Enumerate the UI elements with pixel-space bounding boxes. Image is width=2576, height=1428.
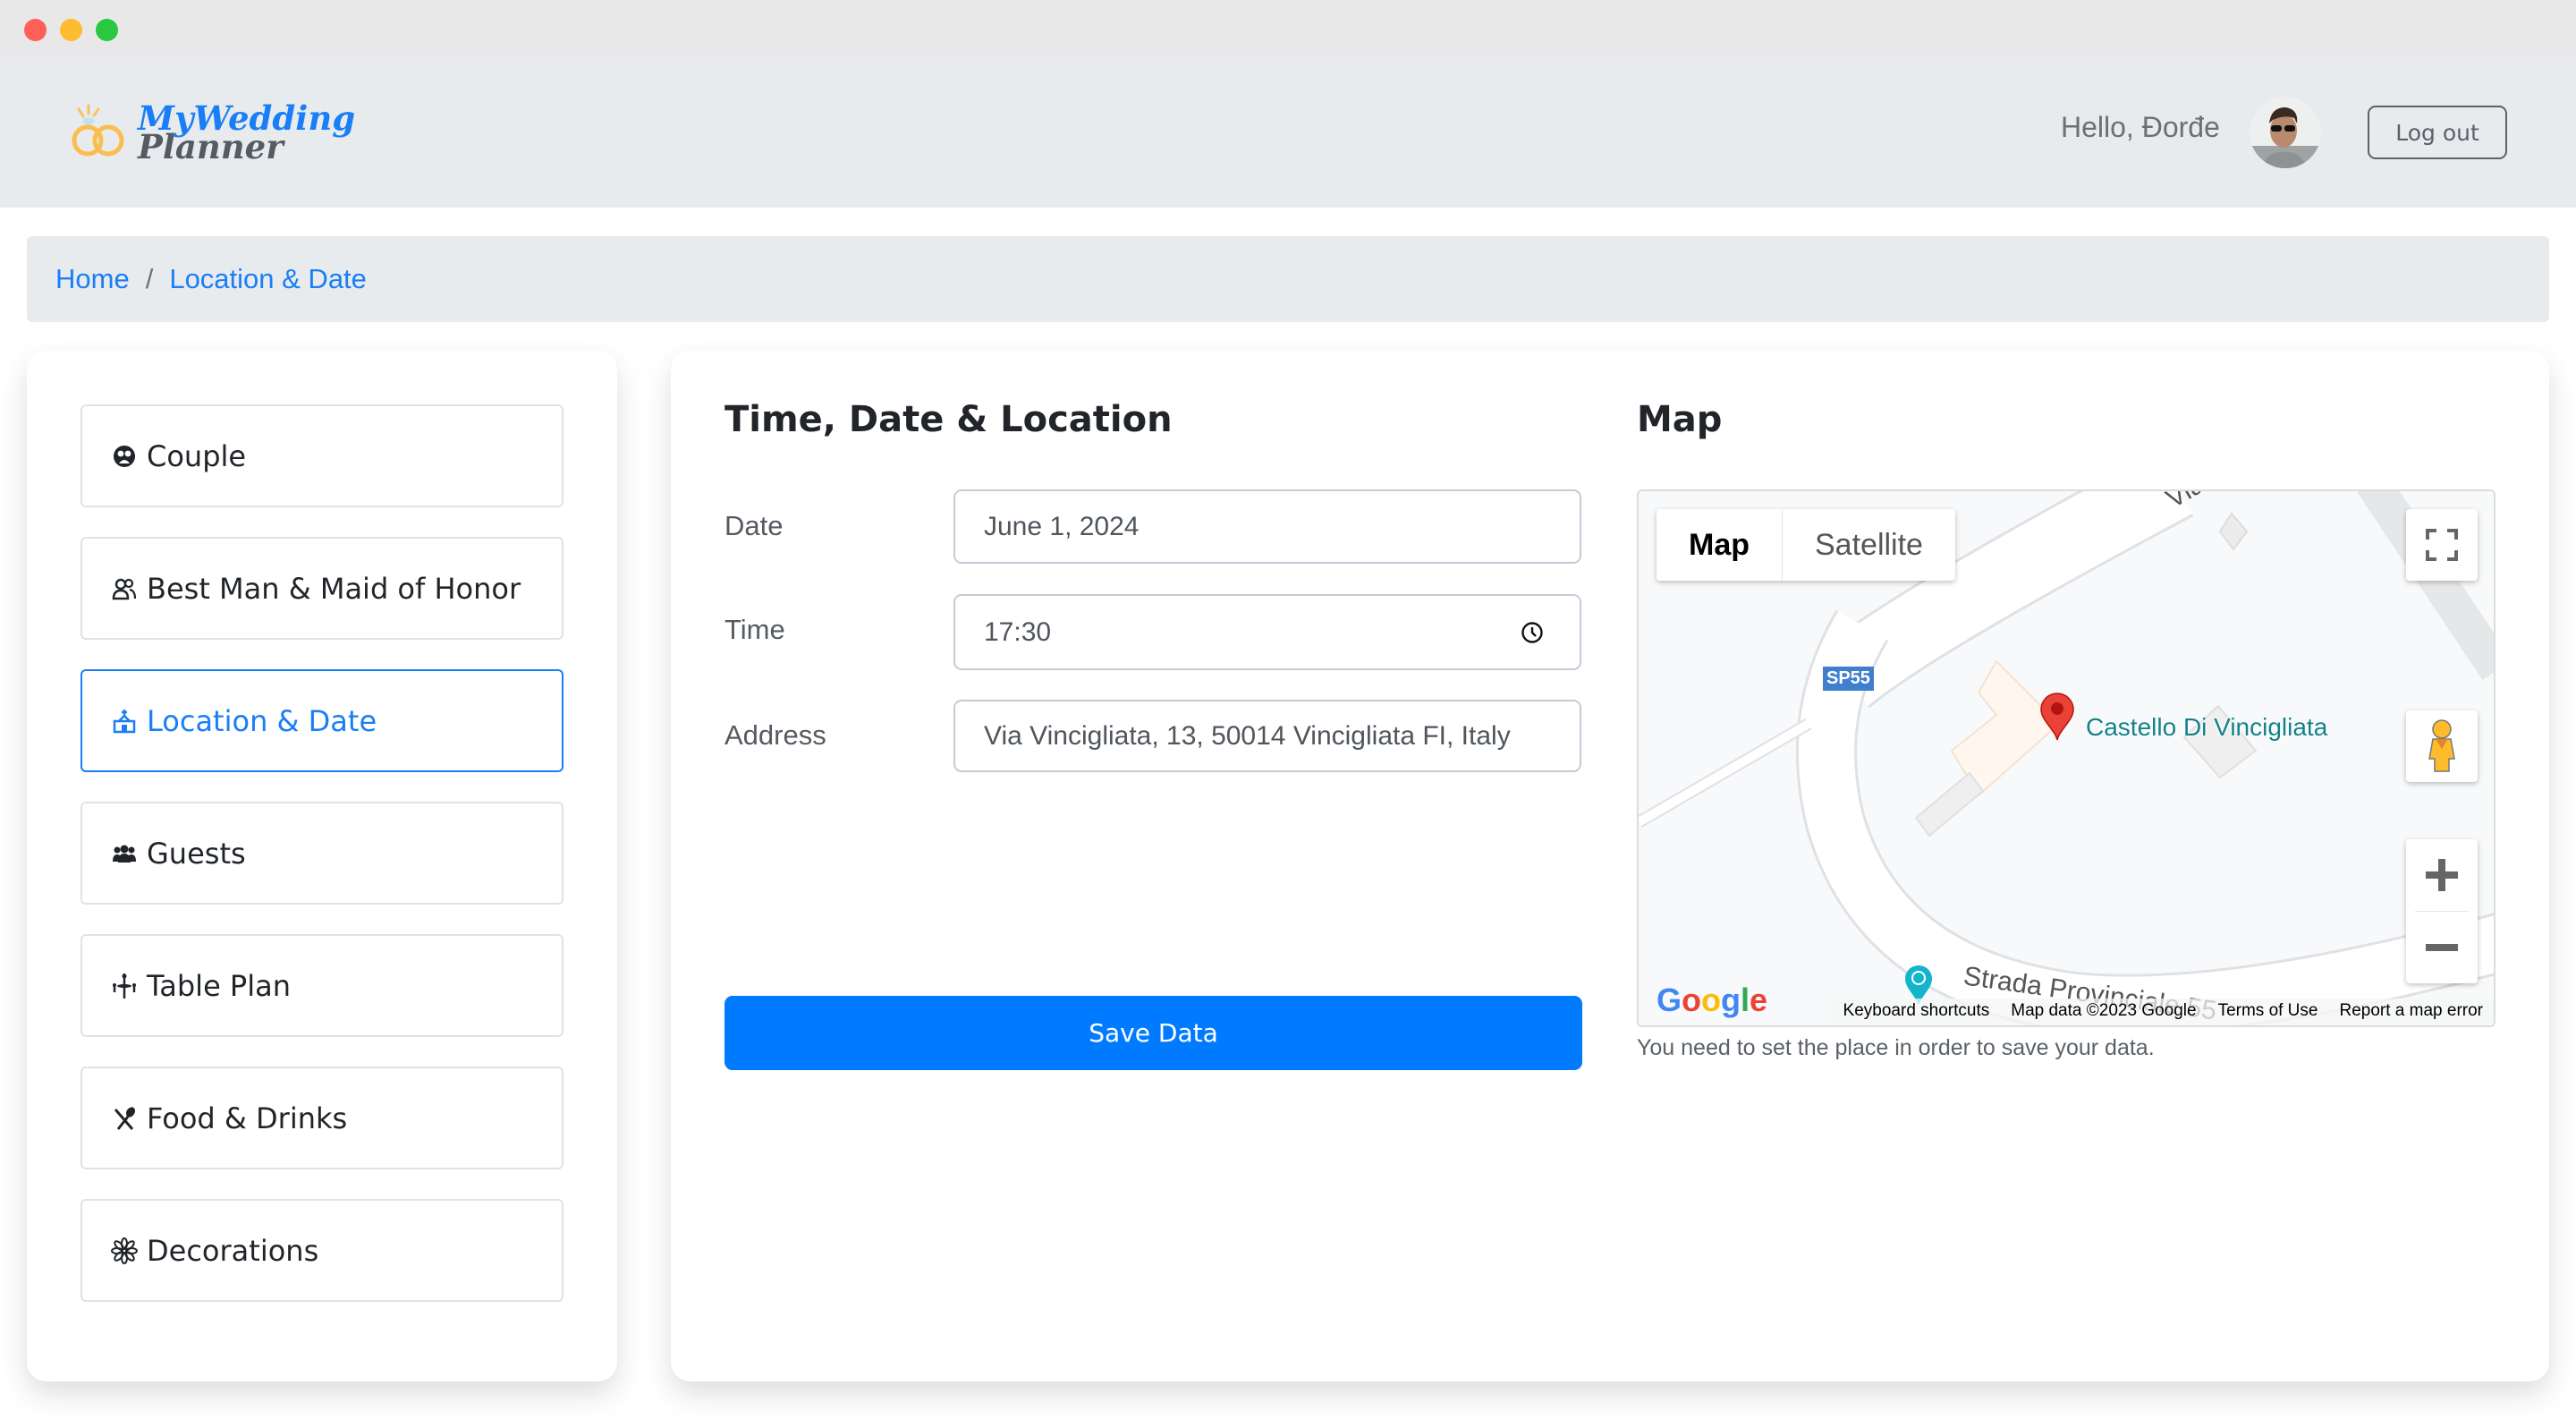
- breadcrumb-home[interactable]: Home: [55, 263, 130, 295]
- place-label[interactable]: Castello Di Vincigliata: [2086, 713, 2327, 742]
- sidebar-item-label: Best Man & Maid of Honor: [147, 571, 521, 606]
- address-value: Via Vincigliata, 13, 50014 Vincigliata F…: [984, 720, 1511, 751]
- sidebar-item-label: Couple: [147, 438, 247, 473]
- flower-icon: [111, 1237, 138, 1264]
- couple-icon: [111, 443, 138, 470]
- map-title: Map: [1637, 399, 1723, 440]
- sidebar-item-couple[interactable]: Couple: [80, 404, 564, 507]
- map-building: [2218, 512, 2249, 551]
- keyboard-shortcuts-link[interactable]: Keyboard shortcuts: [1833, 999, 2001, 1025]
- date-value: June 1, 2024: [984, 511, 1140, 541]
- breadcrumb-current[interactable]: Location & Date: [169, 263, 367, 295]
- avatar[interactable]: [2250, 97, 2321, 168]
- utensils-icon: [111, 1105, 138, 1132]
- google-logo[interactable]: Google: [1657, 982, 1767, 1019]
- app-logo[interactable]: MyWedding Planner: [68, 102, 355, 166]
- form-title: Time, Date & Location: [724, 399, 1173, 440]
- plus-icon: [2426, 859, 2458, 891]
- sidebar-item-location-date[interactable]: Location & Date: [80, 669, 564, 772]
- table-plan-icon: [111, 973, 138, 999]
- people-icon: [111, 575, 138, 602]
- sidebar-item-label: Location & Date: [147, 703, 377, 738]
- sidebar-item-label: Table Plan: [147, 968, 291, 1003]
- sidebar-item-food-drinks[interactable]: Food & Drinks: [80, 1067, 564, 1169]
- rings-icon: [72, 104, 124, 157]
- map-attribution: Keyboard shortcuts Map data ©2023 Google…: [1832, 999, 2494, 1025]
- breadcrumb-separator: /: [145, 263, 154, 294]
- fullscreen-icon: [2426, 529, 2458, 561]
- zoom-control: [2406, 839, 2478, 983]
- guests-icon: [111, 840, 138, 867]
- sidebar-item-guests[interactable]: Guests: [80, 802, 564, 905]
- save-data-button[interactable]: Save Data: [724, 996, 1582, 1070]
- time-value: 17:30: [984, 616, 1052, 647]
- window-titlebar: [0, 0, 2576, 57]
- window-close-button[interactable]: [24, 19, 47, 41]
- sidebar-item-label: Decorations: [147, 1233, 319, 1268]
- road-shield: SP55: [1823, 667, 1874, 691]
- street-view-button[interactable]: [2406, 710, 2478, 782]
- church-icon: [111, 708, 138, 735]
- sidebar-card: Couple Best Man & Maid of Honor Location…: [27, 351, 617, 1381]
- minus-icon: [2426, 944, 2458, 951]
- map-data-text: Map data ©2023 Google: [2011, 1001, 2197, 1020]
- time-label: Time: [724, 614, 785, 645]
- map-building: [1914, 771, 1985, 837]
- sidebar-item-label: Guests: [147, 836, 246, 871]
- app-header: MyWedding Planner Hello, Đorđe Log out: [0, 57, 2576, 208]
- user-greeting: Hello, Đorđe: [2061, 111, 2220, 143]
- logout-button[interactable]: Log out: [2368, 106, 2507, 159]
- address-label: Address: [724, 719, 826, 751]
- main-card: Time, Date & Location Date June 1, 2024 …: [671, 351, 2549, 1381]
- map-type-control: Map Satellite: [1657, 509, 1955, 581]
- sidebar-item-label: Food & Drinks: [147, 1101, 348, 1135]
- time-input[interactable]: 17:30: [953, 594, 1581, 670]
- zoom-out-button[interactable]: [2406, 912, 2478, 983]
- window-minimize-button[interactable]: [60, 19, 82, 41]
- fullscreen-button[interactable]: [2406, 509, 2478, 581]
- pegman-icon: [2428, 719, 2455, 772]
- sidebar-item-table-plan[interactable]: Table Plan: [80, 934, 564, 1037]
- date-label: Date: [724, 510, 784, 541]
- sidebar-item-best-man-maid-of-honor[interactable]: Best Man & Maid of Honor: [80, 537, 564, 640]
- map-widget[interactable]: Via Strada Provinciale 55 SP55 Castello …: [1637, 489, 2496, 1027]
- zoom-in-button[interactable]: [2406, 839, 2478, 911]
- sidebar-item-decorations[interactable]: Decorations: [80, 1199, 564, 1302]
- report-map-error-link[interactable]: Report a map error: [2328, 999, 2494, 1025]
- map-type-satellite-button[interactable]: Satellite: [1783, 509, 1955, 581]
- terms-of-use-link[interactable]: Terms of Use: [2207, 999, 2329, 1025]
- breadcrumb: Home / Location & Date: [27, 236, 2549, 322]
- avatar-photo: [2250, 97, 2321, 168]
- window-maximize-button[interactable]: [96, 19, 118, 41]
- map-hint-text: You need to set the place in order to sa…: [1637, 1035, 2155, 1060]
- date-input[interactable]: June 1, 2024: [953, 489, 1581, 564]
- map-type-map-button[interactable]: Map: [1657, 509, 1783, 581]
- address-input[interactable]: Via Vincigliata, 13, 50014 Vincigliata F…: [953, 700, 1581, 772]
- clock-icon[interactable]: [1521, 621, 1544, 644]
